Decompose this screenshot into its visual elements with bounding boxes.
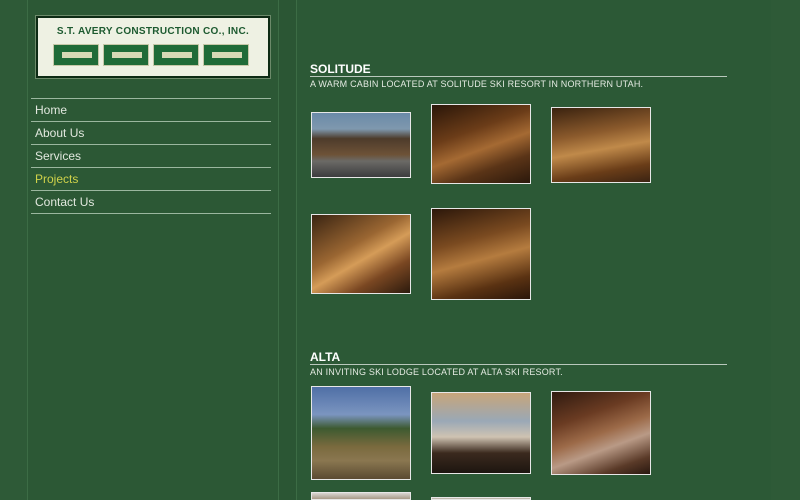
nav-item-services[interactable]: Services (31, 144, 271, 167)
right-margin (771, 0, 800, 500)
project-photo-thumbnail[interactable] (311, 492, 411, 500)
project-photo-thumbnail[interactable] (551, 391, 651, 475)
nav-item-home[interactable]: Home (31, 98, 271, 121)
logo-emblem (53, 44, 253, 66)
project-photo-thumbnail[interactable] (431, 392, 531, 474)
section-title: ALTA (310, 350, 727, 365)
nav-item-contact-us[interactable]: Contact Us (31, 190, 271, 214)
project-photo-thumbnail[interactable] (311, 112, 411, 178)
project-photo-thumbnail[interactable] (311, 214, 411, 294)
sidebar: S.T. AVERY CONSTRUCTION CO., INC. Home A… (27, 0, 279, 500)
logo-text: S.T. AVERY CONSTRUCTION CO., INC. (56, 26, 250, 37)
nav-item-projects[interactable]: Projects (31, 167, 271, 190)
logo-block (103, 44, 149, 66)
main-nav: Home About Us Services Projects Contact … (31, 98, 271, 214)
logo-block (53, 44, 99, 66)
project-photo-thumbnail[interactable] (431, 208, 531, 300)
project-photo-thumbnail[interactable] (311, 386, 411, 480)
project-section-alta: ALTA AN INVITING SKI LODGE LOCATED AT AL… (310, 350, 727, 377)
project-photo-thumbnail[interactable] (431, 104, 531, 184)
section-title: SOLITUDE (310, 62, 727, 77)
project-photo-thumbnail[interactable] (551, 107, 651, 183)
project-section-solitude: SOLITUDE A WARM CABIN LOCATED AT SOLITUD… (310, 62, 727, 89)
left-margin (0, 0, 27, 500)
nav-item-about-us[interactable]: About Us (31, 121, 271, 144)
section-description: AN INVITING SKI LODGE LOCATED AT ALTA SK… (310, 367, 563, 377)
section-description: A WARM CABIN LOCATED AT SOLITUDE SKI RES… (310, 79, 644, 89)
main-content: SOLITUDE A WARM CABIN LOCATED AT SOLITUD… (296, 0, 772, 500)
logo-block (203, 44, 249, 66)
logo-block (153, 44, 199, 66)
company-logo[interactable]: S.T. AVERY CONSTRUCTION CO., INC. (36, 16, 270, 78)
